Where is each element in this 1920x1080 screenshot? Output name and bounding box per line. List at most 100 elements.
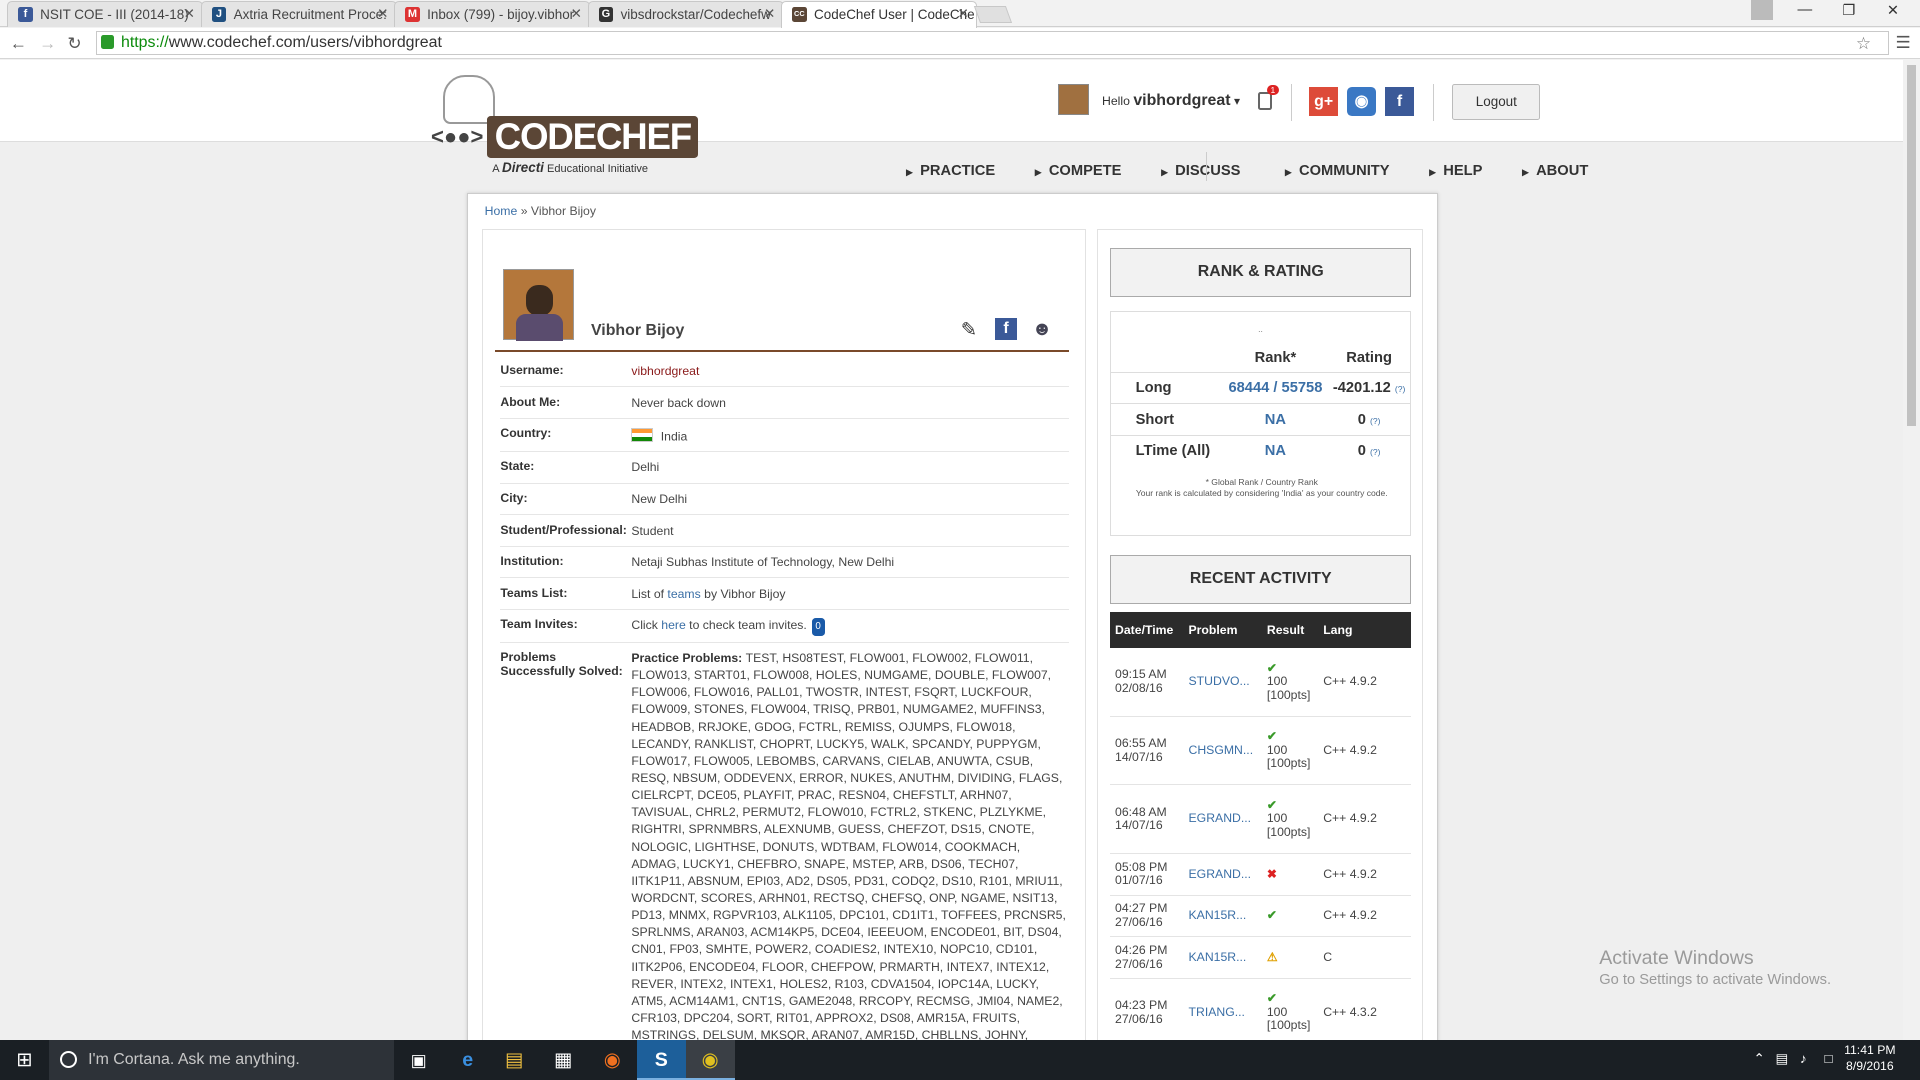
nav-divider (1206, 151, 1208, 182)
edit-pencil-icon[interactable]: ✎ (961, 318, 983, 341)
facebook-icon[interactable]: f (1384, 86, 1415, 117)
bookmark-star-icon[interactable]: ☆ (1856, 33, 1871, 54)
check-icon: ✔ (1266, 729, 1278, 744)
solved-problem-links[interactable]: TEST, HS08TEST, FLOW001, FLOW002, FLOW01… (631, 651, 1065, 1040)
user-profile-icon[interactable]: ☻ (1032, 318, 1054, 340)
reload-icon[interactable]: ↻ (67, 33, 81, 54)
activity-problem[interactable]: STUDVO... (1183, 647, 1262, 717)
activity-problem[interactable]: EGRAND... (1183, 853, 1262, 896)
activity-lang: C++ 4.9.2 (1318, 784, 1412, 854)
browser-tab[interactable]: f NSIT COE - III (2014-18) ✕ (7, 1, 204, 27)
store-icon[interactable]: ▦ (539, 1040, 588, 1080)
profile-panel: Vibhor Bijoy ✎ f ☻ Username: vibhordgrea… (482, 228, 1086, 1040)
main-nav: ▶ PRACTICE ▶ COMPETE ▶ DISCUSS ▶ COMMUNITY ▶… (906, 158, 1622, 179)
chevron-down-icon[interactable]: ▾ (1234, 94, 1240, 108)
browser-tab[interactable]: Gvibsdrockstar/Codechefw ✕ (587, 1, 784, 27)
url-input[interactable]: https://www.codechef.com/users/vibhordgr… (95, 30, 1890, 56)
file-explorer-icon[interactable]: ▤ (490, 1040, 539, 1080)
close-window-icon[interactable]: ✕ (1871, 2, 1915, 19)
user-greeting[interactable]: Hello vibhordgreat ▾ (1102, 92, 1240, 110)
volume-icon[interactable]: ♪ (1800, 1051, 1807, 1066)
activity-problem[interactable]: KAN15R... (1183, 936, 1262, 979)
close-tab-icon[interactable]: ✕ (571, 6, 582, 22)
network-icon[interactable]: ▤ (1776, 1051, 1789, 1067)
browser-user-icon[interactable] (1751, 0, 1774, 20)
nav-about[interactable]: ▶ ABOUT (1522, 163, 1605, 179)
scrollbar-thumb[interactable] (1906, 64, 1917, 427)
teams-link[interactable]: teams (667, 587, 700, 601)
url-text: www.codechef.com/users/vibhordgreat (168, 34, 442, 52)
avatar[interactable] (1057, 84, 1089, 116)
chrome-icon[interactable]: ◉ (685, 1039, 735, 1080)
help-link[interactable]: (?) (1370, 416, 1380, 426)
activity-datetime: 04:27 PM 27/06/16 (1110, 895, 1184, 938)
rank-row: Long 68444 / 55758 -4201.12 (?) (1111, 371, 1410, 404)
logout-button[interactable]: Logout (1452, 84, 1541, 120)
activity-result[interactable]: ⚠ (1261, 936, 1319, 979)
breadcrumb-home[interactable]: Home (485, 204, 518, 218)
cortana-search[interactable]: I'm Cortana. Ask me anything. (48, 1039, 395, 1080)
codechef-logo[interactable]: <●●> CODECHEF A Directi Educational Init… (431, 74, 699, 179)
edge-icon[interactable]: e (443, 1040, 492, 1080)
windows-start-icon[interactable]: ⊞ (0, 1040, 49, 1080)
task-view-icon[interactable]: ▣ (394, 1040, 443, 1080)
close-tab-icon[interactable]: ✕ (377, 6, 388, 22)
facebook-share-icon[interactable]: f (995, 317, 1018, 340)
check-icon: ✔ (1266, 798, 1278, 813)
activity-problem[interactable]: TRIANG... (1183, 978, 1262, 1040)
new-tab-button[interactable] (974, 6, 1013, 24)
codechef-icon: CC (792, 7, 807, 22)
activity-problem[interactable]: CHSGMN... (1183, 716, 1262, 786)
firefox-icon[interactable]: ◉ (588, 1040, 637, 1080)
activity-result[interactable]: ✔ (1261, 895, 1319, 938)
restore-icon[interactable]: ❐ (1827, 2, 1871, 19)
activity-result[interactable]: ✔ 100 [100pts] (1261, 784, 1319, 854)
nav-practice[interactable]: ▶ PRACTICE (906, 163, 1012, 179)
nav-community[interactable]: ▶ COMMUNITY (1285, 163, 1407, 179)
nav-help[interactable]: ▶ HELP (1429, 163, 1499, 179)
invites-link[interactable]: here (661, 618, 686, 632)
stats-panel: RANK & RATING .. Rank* Rating Long 68444 /… (1096, 228, 1423, 1040)
activity-result[interactable]: ✔ 100 [100pts] (1261, 716, 1319, 786)
nav-discuss[interactable]: ▶ DISCUSS (1161, 163, 1257, 179)
india-flag-icon (631, 427, 654, 443)
url-scheme: https:// (120, 34, 169, 52)
browser-menu-icon[interactable]: ☰ (1896, 32, 1911, 53)
browser-tab[interactable]: CC CodeChef User | CodeChe ✕ (781, 1, 978, 29)
taskbar-clock[interactable]: 11:41 PM 8/9/2016 (1844, 1043, 1895, 1075)
forward-icon[interactable]: → (39, 33, 56, 54)
github-icon[interactable]: ◉ (1346, 86, 1377, 117)
page-scrollbar[interactable] (1902, 60, 1920, 1040)
close-tab-icon[interactable]: ✕ (958, 6, 969, 22)
profile-row-invites: Team Invites: Click here to check team i… (500, 610, 1069, 643)
activity-problem[interactable]: EGRAND... (1183, 784, 1262, 854)
rank-value[interactable]: NA (1222, 434, 1329, 467)
profile-picture[interactable] (502, 268, 574, 341)
site-header (0, 60, 1903, 143)
nav-compete[interactable]: ▶ COMPETE (1035, 163, 1139, 179)
rank-value[interactable]: 68444 / 55758 (1222, 371, 1329, 404)
facebook-icon: f (18, 7, 33, 22)
notification-icon[interactable]: 1 (1257, 85, 1279, 111)
activity-column-header: Lang (1318, 611, 1412, 648)
activity-problem[interactable]: KAN15R... (1183, 895, 1262, 938)
rank-value[interactable]: NA (1222, 403, 1329, 436)
header-username[interactable]: vibhordgreat (1133, 92, 1230, 109)
browser-tab[interactable]: J Axtria Recruitment Proce: ✕ (200, 1, 397, 27)
activity-result[interactable]: ✔ 100 [100pts] (1261, 978, 1319, 1040)
close-tab-icon[interactable]: ✕ (184, 6, 195, 22)
skype-icon[interactable]: S (636, 1039, 686, 1080)
browser-tab[interactable]: M Inbox (799) - bijoy.vibhor ✕ (394, 1, 591, 27)
activity-result[interactable]: ✔ 100 [100pts] (1261, 647, 1319, 717)
problems-list: Practice Problems: TEST, HS08TEST, FLOW0… (631, 643, 1068, 1040)
back-icon[interactable]: ← (10, 33, 27, 54)
google-plus-icon[interactable]: g+ (1308, 86, 1339, 117)
minimize-icon[interactable]: — (1783, 2, 1827, 18)
close-tab-icon[interactable]: ✕ (764, 6, 775, 22)
action-center-icon[interactable]: □ (1825, 1051, 1833, 1066)
activity-row: 04:27 PM 27/06/16 KAN15R... ✔ C++ 4.9.2 (1110, 895, 1412, 938)
help-link[interactable]: (?) (1370, 447, 1380, 457)
tray-chevron-icon[interactable]: ⌃ (1753, 1051, 1764, 1067)
activity-result[interactable]: ✖ (1261, 853, 1319, 896)
help-link[interactable]: (?) (1395, 384, 1405, 394)
